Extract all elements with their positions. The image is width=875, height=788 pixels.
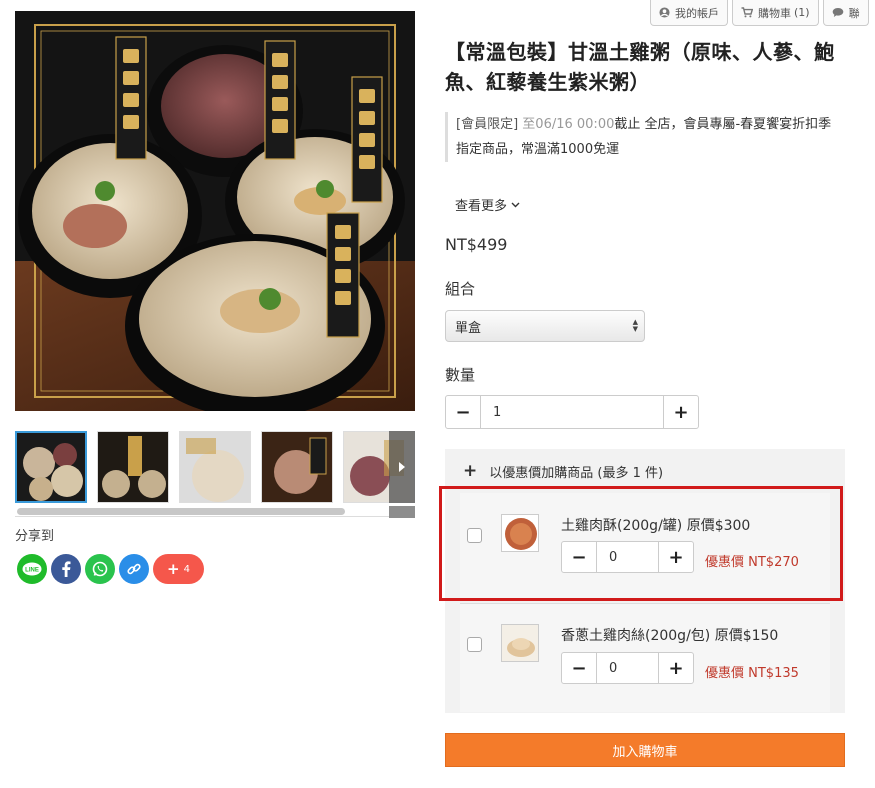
line-icon: LINE (22, 562, 42, 576)
minus-icon: − (571, 657, 587, 679)
promo-text[interactable]: 截止 全店，會員專屬-春夏饗宴折扣季 (614, 117, 831, 132)
whatsapp-share-button[interactable] (85, 554, 115, 584)
facebook-share-button[interactable] (51, 554, 81, 584)
addon-sale-price: 優惠價 NT$135 (705, 666, 799, 681)
thumbnail-1[interactable] (15, 431, 87, 503)
quantity-stepper: − 1 + (445, 395, 699, 429)
top-nav: 我的帳戶 購物車 (1) 聯 (650, 0, 869, 26)
more-share-button[interactable]: + 4 (153, 554, 204, 584)
chevron-down-icon (511, 202, 520, 207)
product-title: 【常溫包裝】甘溫土雞粥（原味、人蔘、鮑魚、紅藜養生紫米粥） (445, 40, 835, 94)
quantity-decrease-button[interactable]: − (446, 396, 481, 428)
addon-divider (460, 603, 830, 604)
cart-icon (741, 7, 753, 18)
share-buttons: LINE + 4 (17, 554, 204, 584)
thumbnail-strip (15, 431, 415, 503)
scrollbar-thumb[interactable] (17, 508, 345, 515)
share-count: 4 (183, 563, 190, 575)
cart-label: 購物車 (758, 6, 791, 20)
addon-quantity-input[interactable]: 0 (597, 653, 658, 683)
addon-quantity-increase-button[interactable]: + (658, 653, 693, 683)
svg-text:LINE: LINE (25, 568, 39, 574)
select-arrows-icon: ▲ ▼ (632, 318, 638, 333)
minus-icon: − (455, 401, 471, 423)
whatsapp-icon (92, 561, 108, 577)
see-more-link[interactable]: 查看更多 (455, 195, 520, 214)
thumbnail-2[interactable] (97, 431, 169, 503)
addon-checkbox[interactable] (467, 637, 482, 652)
link-icon (127, 563, 141, 575)
addon-quantity-decrease-button[interactable]: − (562, 653, 597, 683)
plus-icon: + (673, 401, 689, 423)
quantity-input[interactable]: 1 (481, 396, 663, 428)
addon-item-name: 香蔥土雞肉絲(200g/包) 原價$150 (561, 628, 779, 644)
promo-date: 至06/16 00:00 (522, 117, 615, 132)
product-price: NT$499 (445, 235, 508, 254)
addon-item-image (501, 624, 539, 662)
share-label: 分享到 (15, 529, 55, 544)
add-to-cart-button[interactable]: 加入購物車 (445, 733, 845, 767)
plus-icon: + (668, 657, 684, 679)
user-icon (659, 7, 670, 18)
plus-icon: + (463, 461, 478, 481)
option-select[interactable]: 單盒 ▲ ▼ (445, 310, 645, 342)
see-more-label: 查看更多 (455, 199, 508, 214)
addon-quantity-stepper: − 0 + (561, 652, 694, 684)
contact-button[interactable]: 聯 (822, 0, 869, 26)
my-account-label: 我的帳戶 (675, 6, 719, 20)
promo-box: [會員限定] 至06/16 00:00截止 全店，會員專屬-春夏饗宴折扣季 指定… (445, 112, 845, 162)
plus-icon: + (167, 559, 180, 578)
copy-link-button[interactable] (119, 554, 149, 584)
thumbnail-4[interactable] (261, 431, 333, 503)
my-account-button[interactable]: 我的帳戶 (650, 0, 728, 26)
thumbnail-next-button[interactable] (389, 431, 415, 503)
option-selected-value: 單盒 (455, 320, 482, 336)
quantity-label: 數量 (445, 366, 476, 384)
quantity-increase-button[interactable]: + (663, 396, 698, 428)
thumbnail-scrollbar[interactable] (15, 506, 415, 518)
facebook-icon (62, 561, 71, 577)
cart-count: (1) (794, 6, 810, 19)
highlight-box (439, 486, 843, 601)
option-label: 組合 (445, 280, 476, 298)
chat-bubble-icon (832, 7, 844, 18)
addon-item: 香蔥土雞肉絲(200g/包) 原價$150 − 0 + 優惠價 NT$135 (460, 604, 830, 712)
caret-right-icon (399, 462, 405, 472)
cart-button[interactable]: 購物車 (1) (732, 0, 819, 26)
addon-header-label: 以優惠價加購商品 (最多 1 件) (489, 465, 664, 481)
contact-label: 聯 (848, 6, 860, 20)
main-product-image[interactable] (15, 11, 415, 411)
promo-line2: 指定商品，常溫滿1000免運 (456, 142, 620, 157)
line-share-button[interactable]: LINE (17, 554, 47, 584)
thumbnail-3[interactable] (179, 431, 251, 503)
promo-tag: [會員限定] (456, 117, 519, 132)
